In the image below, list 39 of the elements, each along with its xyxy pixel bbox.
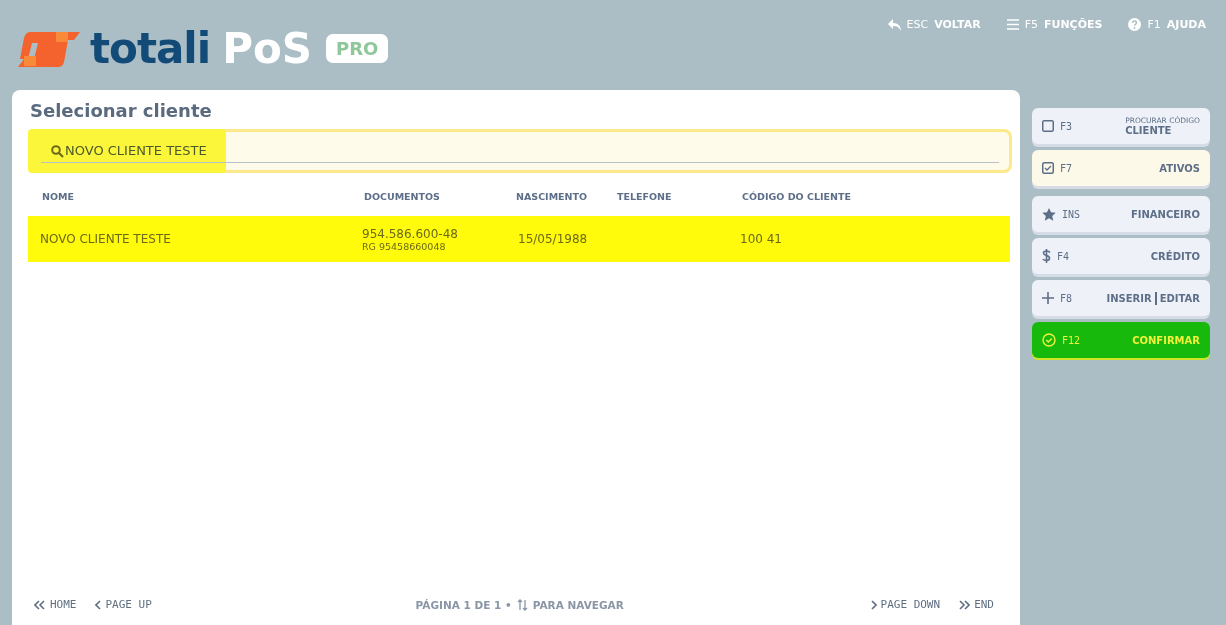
pro-badge: PRO: [326, 34, 389, 63]
end-link[interactable]: END: [958, 598, 994, 611]
star-icon: [1042, 207, 1056, 221]
page-status: PÁGINA 1 DE 1 •: [415, 598, 512, 611]
panel-title: Selecionar cliente: [30, 100, 213, 121]
column-header: NASCIMENTO: [516, 191, 589, 202]
table-cell-text: 100 41: [740, 232, 783, 246]
table-cell-text: 15/05/1988: [517, 232, 589, 246]
up-down-arrows-icon: [516, 598, 528, 611]
logo-wordmark: totali: [90, 24, 211, 73]
help-icon: [1128, 18, 1142, 31]
chevron-icon: [94, 599, 102, 610]
function-button[interactable]: INS FINANCEIRO: [1032, 196, 1210, 232]
column-header: TELEFONE: [617, 191, 673, 202]
page-up-link[interactable]: PAGE UP: [94, 598, 152, 611]
back-icon: [887, 18, 901, 31]
column-header: CÓDIGO DO CLIENTE: [742, 191, 852, 202]
column-header: DOCUMENTOS: [364, 191, 441, 202]
check-circle-icon: [1042, 333, 1056, 347]
home-link[interactable]: HOME: [34, 598, 77, 611]
table-cell-text: RG 95458660048: [362, 240, 447, 252]
function-button[interactable]: F4 CRÉDITO: [1032, 238, 1210, 274]
search-field[interactable]: NOVO CLIENTE TESTE: [28, 129, 1012, 173]
table-cell-text: 954.586.600-48: [362, 226, 459, 241]
search-icon: [51, 145, 64, 158]
product-name: PoS: [222, 24, 313, 73]
navigation-hint: PARA NAVEGAR: [532, 598, 624, 611]
table-cell-text: NOVO CLIENTE TESTE: [40, 232, 172, 246]
plus-icon: [1042, 292, 1054, 304]
double-chevron-icon: [958, 599, 971, 610]
function-button[interactable]: F7 ATIVOS: [1032, 150, 1210, 186]
chevron-icon: [869, 599, 877, 610]
dollar-icon: [1042, 249, 1051, 263]
double-chevron-icon: [34, 599, 46, 610]
page-down-link[interactable]: PAGE DOWN: [869, 598, 941, 611]
client-row[interactable]: NOVO CLIENTE TESTE 954.586.600-48 RG 95458660048 15/05/1988 100 41: [28, 216, 1010, 262]
function-button[interactable]: F8 INSERIR EDITAR: [1032, 280, 1210, 316]
column-header: NOME: [42, 191, 75, 202]
menu-icon: [1006, 19, 1019, 30]
